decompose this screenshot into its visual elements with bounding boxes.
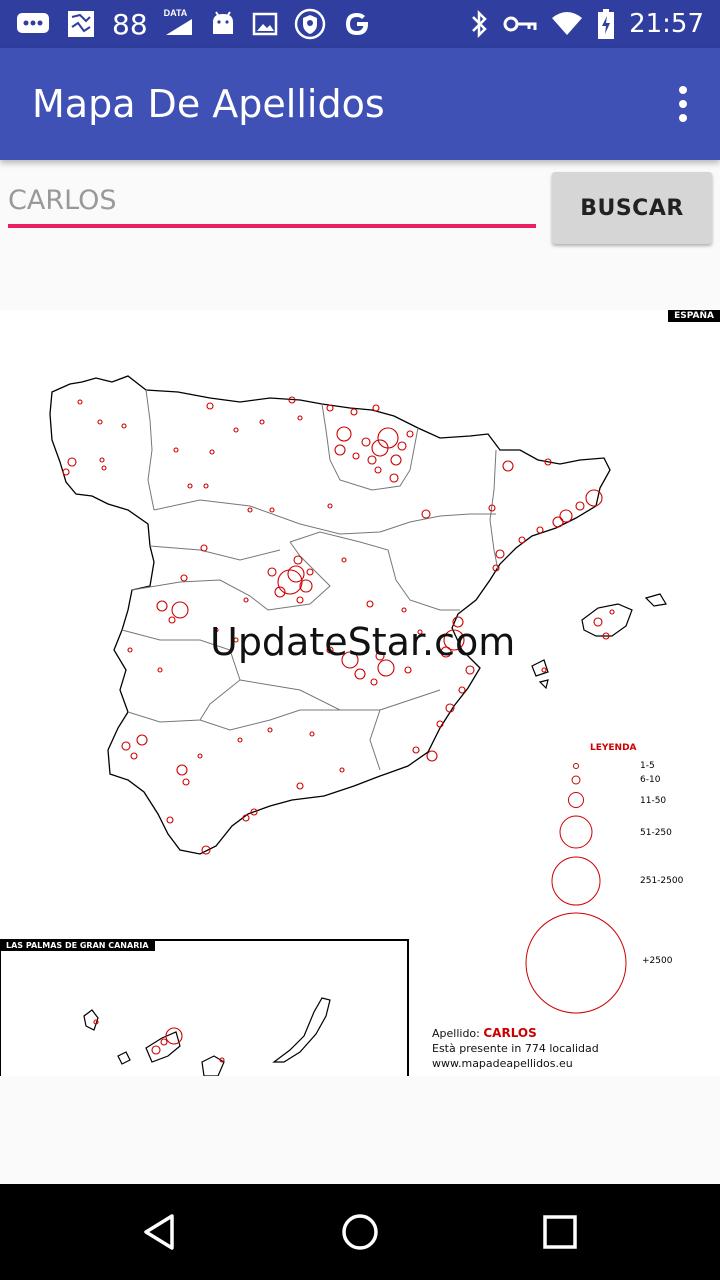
site-text: www.mapadeapellidos.eu	[432, 1057, 573, 1070]
legend-range-3: 11-50	[640, 796, 667, 806]
legend-range-4: 51-250	[640, 828, 672, 838]
presence-text: Està presente in 774 localidad	[432, 1042, 599, 1055]
surname-search-input[interactable]	[8, 176, 536, 228]
legend-circles	[525, 763, 627, 1014]
legend-range-5: 251-2500	[640, 876, 684, 886]
map-notification-icon	[66, 8, 96, 40]
spain-map	[0, 375, 667, 1076]
surname-prefix: Apellido:	[432, 1027, 480, 1040]
search-button[interactable]: BUSCAR	[552, 172, 712, 244]
notification-count: 88	[112, 7, 148, 41]
formentera-outline	[538, 679, 549, 690]
android-icon	[210, 8, 236, 40]
legend-range-6: +2500	[642, 956, 673, 966]
surname-info: Apellido: CARLOS Està presente in 774 lo…	[432, 1026, 599, 1071]
country-badge: ESPAÑA	[668, 310, 720, 322]
image-icon	[252, 8, 278, 40]
battery-icon	[597, 8, 615, 40]
legend-range-2: 6-10	[640, 775, 661, 785]
watermark-text: UpdateStar.com	[210, 620, 516, 664]
navigation-bar	[0, 1184, 720, 1280]
home-icon[interactable]	[336, 1208, 384, 1256]
messages-icon	[16, 8, 50, 40]
surname-map-image: ESPAÑA UpdateStar.com LAS PALMAS DE GRAN…	[0, 310, 720, 1076]
mallorca-outline	[581, 603, 633, 637]
status-bar: 88 DATA 21:57	[0, 0, 720, 48]
menorca-outline	[644, 593, 667, 607]
overflow-menu-icon[interactable]	[672, 86, 694, 122]
bluetooth-icon	[469, 8, 489, 40]
spain-outline	[49, 375, 611, 855]
app-bar: Mapa De Apellidos	[0, 48, 720, 160]
key-icon	[503, 8, 537, 40]
back-icon[interactable]	[136, 1208, 184, 1256]
google-icon	[342, 8, 372, 40]
legend-range-1: 1-5	[640, 761, 655, 771]
recents-icon[interactable]	[536, 1208, 584, 1256]
canarias-label: LAS PALMAS DE GRAN CANARIA	[0, 940, 155, 951]
wifi-icon	[551, 8, 583, 40]
surname-value: CARLOS	[483, 1026, 537, 1040]
ibiza-outline	[531, 659, 549, 677]
legend-title: LEYENDA	[590, 743, 637, 753]
clock: 21:57	[629, 9, 704, 39]
data-sync-icon: DATA	[164, 8, 194, 40]
app-title: Mapa De Apellidos	[32, 82, 385, 126]
vpn-shield-icon	[294, 8, 326, 40]
